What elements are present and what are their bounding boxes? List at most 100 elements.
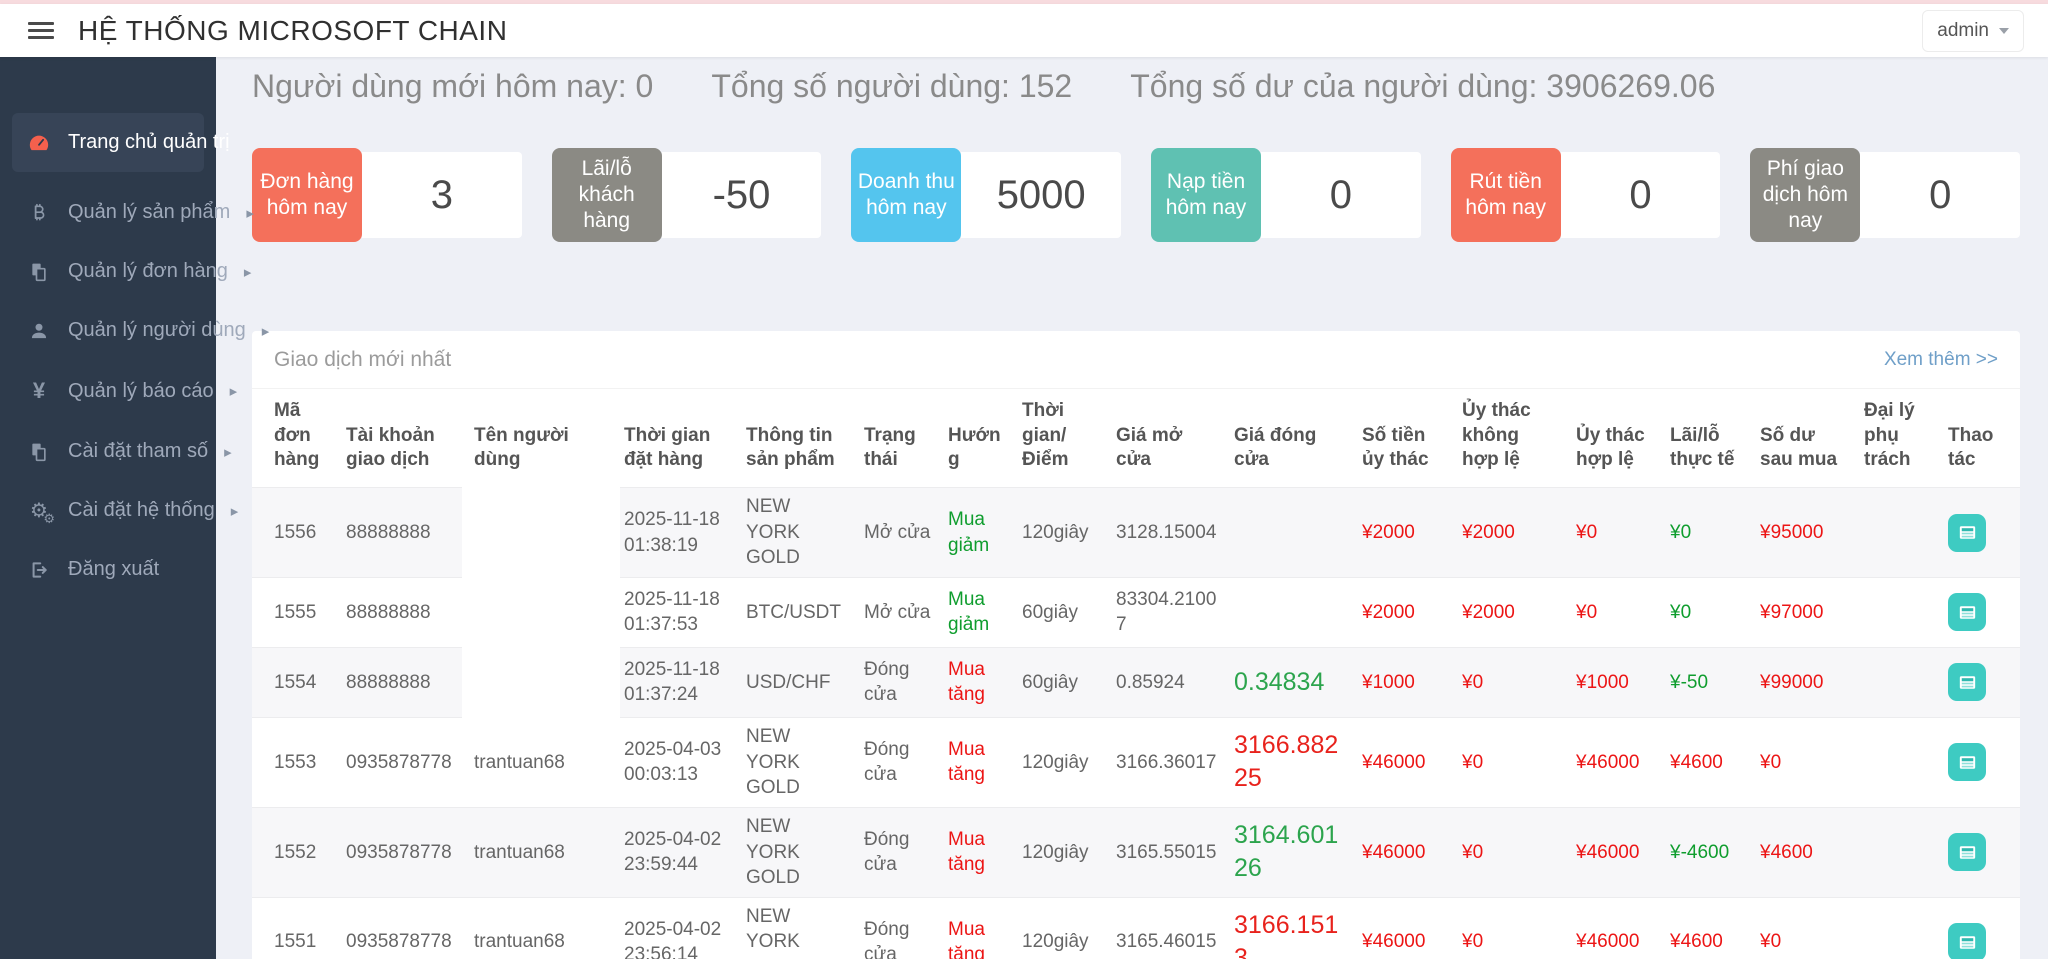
column-header: Mã đơn hàng (252, 389, 338, 488)
cell-duration: 120giây (1014, 717, 1108, 807)
cell-agent (1856, 577, 1940, 647)
cell-account: 0935878778 (338, 897, 466, 959)
cell-entrust-amount: ¥46000 (1354, 717, 1454, 807)
order-detail-button[interactable] (1948, 923, 1986, 959)
table-row: 1555888888882025-11-18 01:37:53BTC/USDTM… (252, 577, 2020, 647)
order-detail-button[interactable] (1948, 514, 1986, 552)
stat-cards: Đơn hàng hôm nay3Lãi/lỗ khách hàng-50Doa… (252, 145, 2020, 245)
order-detail-button[interactable] (1948, 743, 1986, 781)
cell-invalid-entrust: ¥0 (1454, 897, 1568, 959)
table-row: 1556888888882025-11-18 01:38:19NEW YORK … (252, 488, 2020, 578)
sidebar-item-6[interactable]: Cài đặt tham số▸ (12, 427, 204, 476)
chevron-right-icon: ▸ (224, 443, 232, 461)
stat-item: Tổng số người dùng: 152 (711, 68, 1072, 105)
cell-direction: Mua tăng (940, 897, 1014, 959)
main-content: Người dùng mới hôm nay: 0 Tổng số người d… (216, 4, 2048, 959)
sidebar-item-1[interactable]: Trang chủ quản trị (12, 113, 204, 172)
stat-card-value: -50 (662, 152, 822, 238)
sidebar-item-8[interactable]: Đăng xuất (12, 545, 204, 594)
cell-action (1940, 577, 2020, 647)
cell-invalid-entrust: ¥2000 (1454, 577, 1568, 647)
cell-username: trantuan68 (466, 807, 616, 897)
cell-real-profit: ¥0 (1662, 488, 1752, 578)
cell-product: NEW YORK GOLD (738, 807, 856, 897)
cell-action (1940, 647, 2020, 717)
cell-close-price: 3164.60126 (1226, 807, 1354, 897)
stat-card-value: 0 (1261, 152, 1421, 238)
cell-balance-after: ¥95000 (1752, 488, 1856, 578)
topbar: HỆ THỐNG MICROSOFT CHAIN admin (0, 4, 2048, 57)
cell-direction: Mua tăng (940, 807, 1014, 897)
view-more-link[interactable]: Xem thêm >> (1884, 349, 1998, 371)
stat-card-value: 5000 (961, 152, 1121, 238)
cell-account: 0935878778 (338, 807, 466, 897)
sidebar-item-label: Quản lý người dùng (68, 319, 246, 342)
cell-open-price: 3165.46015 (1108, 897, 1226, 959)
cell-balance-after: ¥4600 (1752, 807, 1856, 897)
user-name: admin (1937, 20, 1989, 42)
cell-open-price: 0.85924 (1108, 647, 1226, 717)
sidebar-item-3[interactable]: Quản lý đơn hàng▸ (12, 247, 204, 296)
cell-close-price (1226, 488, 1354, 578)
cell-order-time: 2025-11-18 01:38:19 (616, 488, 738, 578)
cell-open-price: 83304.21007 (1108, 577, 1226, 647)
cell-real-profit: ¥0 (1662, 577, 1752, 647)
cell-entrust-amount: ¥46000 (1354, 897, 1454, 959)
cell-real-profit: ¥-50 (1662, 647, 1752, 717)
cell-account: 88888888 (338, 647, 466, 717)
column-header: Giá mở cửa (1108, 389, 1226, 488)
stat-card-value: 3 (362, 152, 522, 238)
cell-real-profit: ¥4600 (1662, 897, 1752, 959)
cell-agent (1856, 717, 1940, 807)
user-menu-button[interactable]: admin (1922, 10, 2024, 52)
cell-action (1940, 807, 2020, 897)
stat-item: Tổng số dư của người dùng: 3906269.06 (1130, 68, 1715, 105)
cell-order-id: 1552 (252, 807, 338, 897)
cell-agent (1856, 647, 1940, 717)
table-row: 15520935878778trantuan682025-04-02 23:59… (252, 807, 2020, 897)
cell-status: Đóng cửa (856, 897, 940, 959)
menu-toggle-button[interactable] (24, 18, 58, 43)
cell-direction: Mua tăng (940, 647, 1014, 717)
column-header: Thời gian đặt hàng (616, 389, 738, 488)
cell-status: Đóng cửa (856, 717, 940, 807)
column-header: Giá đóng cửa (1226, 389, 1354, 488)
sidebar-item-label: Quản lý báo cáo (68, 380, 214, 403)
order-detail-button[interactable] (1948, 593, 1986, 631)
stat-card: Nạp tiền hôm nay0 (1151, 148, 1421, 242)
cell-order-id: 1553 (252, 717, 338, 807)
cell-agent (1856, 807, 1940, 897)
stat-card: Đơn hàng hôm nay3 (252, 148, 522, 242)
cell-duration: 120giây (1014, 897, 1108, 959)
cell-entrust-amount: ¥2000 (1354, 488, 1454, 578)
cell-valid-entrust: ¥0 (1568, 488, 1662, 578)
cell-duration: 120giây (1014, 807, 1108, 897)
cell-agent (1856, 897, 1940, 959)
cell-order-time: 2025-04-02 23:59:44 (616, 807, 738, 897)
cell-username (466, 488, 616, 578)
order-detail-button[interactable] (1948, 663, 1986, 701)
column-header: Hướng (940, 389, 1014, 488)
cell-status: Đóng cửa (856, 647, 940, 717)
sidebar-item-4[interactable]: Quản lý người dùng▸ (12, 306, 204, 355)
user-icon (26, 321, 52, 341)
cell-product: BTC/USDT (738, 577, 856, 647)
cell-duration: 120giây (1014, 488, 1108, 578)
chevron-right-icon: ▸ (230, 382, 238, 400)
sidebar-item-label: Cài đặt tham số (68, 440, 208, 463)
stat-card: Rút tiền hôm nay0 (1451, 148, 1721, 242)
sidebar-item-2[interactable]: Quản lý sản phẩm▸ (12, 188, 204, 237)
stat-item: Người dùng mới hôm nay: 0 (252, 68, 653, 105)
order-detail-button[interactable] (1948, 833, 1986, 871)
sidebar-item-7[interactable]: ⚙⚙Cài đặt hệ thống▸ (12, 486, 204, 535)
sidebar-item-5[interactable]: ¥Quản lý báo cáo▸ (12, 365, 204, 417)
cell-duration: 60giây (1014, 577, 1108, 647)
sidebar-item-label: Trang chủ quản trị (68, 131, 230, 154)
table-row: 15510935878778trantuan682025-04-02 23:56… (252, 897, 2020, 959)
cell-action (1940, 488, 2020, 578)
latest-transactions-panel: Giao dịch mới nhất Xem thêm >> Mã đơn hà… (252, 331, 2020, 959)
sidebar-item-label: Cài đặt hệ thống (68, 499, 215, 522)
cell-action (1940, 717, 2020, 807)
stat-card: Phí giao dịch hôm nay0 (1750, 148, 2020, 243)
stat-card: Doanh thu hôm nay5000 (851, 148, 1121, 242)
